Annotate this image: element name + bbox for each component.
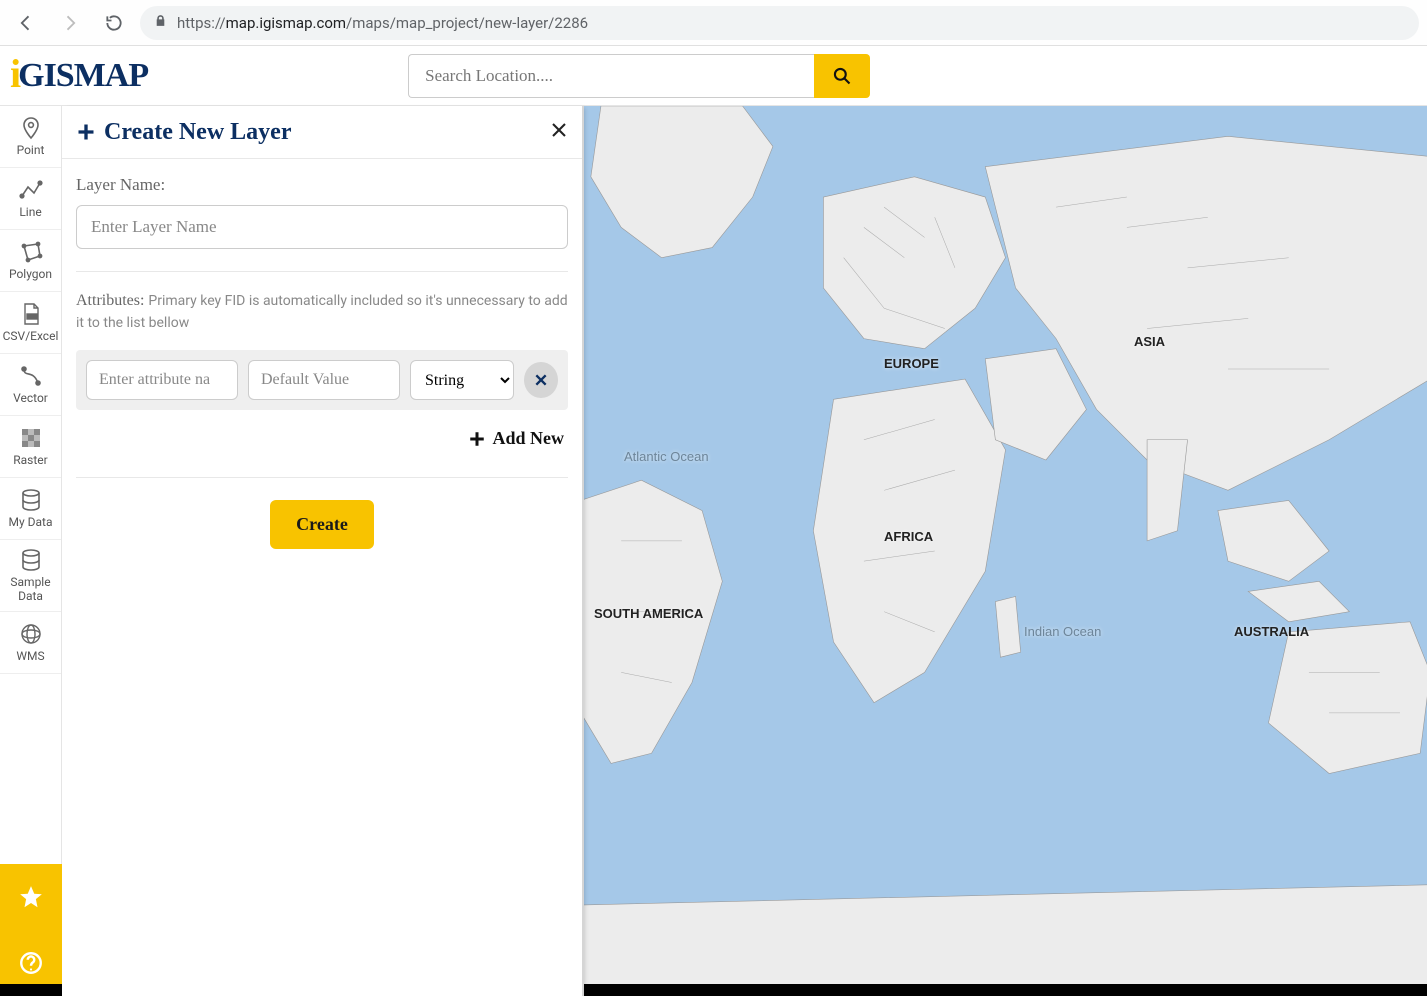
tool-label: SampleData [10, 576, 50, 602]
tool-label: CSV/Excel [3, 330, 59, 343]
url-text: https://map.igismap.com/maps/map_project… [177, 14, 588, 32]
attributes-label: Attributes: [76, 292, 144, 309]
nav-back-button[interactable] [8, 5, 44, 41]
tool-point[interactable]: Point [0, 106, 61, 168]
favorites-button[interactable] [0, 864, 62, 930]
csv-icon [19, 302, 43, 326]
map-label-asia: ASIA [1134, 334, 1165, 349]
nav-forward-button[interactable] [52, 5, 88, 41]
add-new-button[interactable]: Add New [468, 428, 564, 449]
panel-title: Create New Layer [76, 119, 291, 146]
search-button[interactable] [814, 54, 870, 98]
tool-vector[interactable]: Vector [0, 354, 61, 416]
close-button[interactable] [550, 120, 568, 145]
app-logo[interactable]: iGISMAP [10, 52, 148, 99]
help-icon [18, 950, 44, 976]
layer-name-input[interactable] [76, 205, 568, 249]
tool-label: Point [17, 144, 45, 157]
tool-raster[interactable]: Raster [0, 416, 61, 478]
map-label-south-america: SOUTH AMERICA [594, 606, 703, 621]
plus-icon [76, 122, 96, 142]
search-input[interactable] [408, 54, 814, 98]
map-label-atlantic: Atlantic Ocean [624, 449, 709, 464]
line-icon [19, 178, 43, 202]
database-icon [19, 488, 43, 512]
tool-wms[interactable]: WMS [0, 612, 61, 674]
search-wrap [408, 54, 870, 98]
tool-line[interactable]: Line [0, 168, 61, 230]
search-icon [832, 66, 852, 86]
attributes-hint: Primary key FID is automatically include… [76, 293, 568, 331]
create-button[interactable]: Create [270, 500, 374, 549]
tool-label: Vector [13, 392, 48, 405]
lock-icon [154, 14, 167, 31]
tool-sample-data[interactable]: SampleData [0, 540, 61, 612]
globe-icon [19, 622, 43, 646]
polygon-icon [19, 240, 43, 264]
browser-chrome: https://map.igismap.com/maps/map_project… [0, 0, 1427, 46]
close-icon [534, 373, 548, 387]
attribute-default-input[interactable] [248, 360, 400, 400]
tool-polygon[interactable]: Polygon [0, 230, 61, 292]
left-toolbar: Point Line Polygon CSV/Excel Vector Rast… [0, 106, 62, 996]
tool-label: WMS [16, 650, 44, 663]
tool-label: My Data [9, 516, 53, 529]
attribute-name-input[interactable] [86, 360, 238, 400]
raster-icon [19, 426, 43, 450]
remove-attribute-button[interactable] [524, 362, 558, 398]
tool-label: Polygon [9, 268, 52, 281]
database-icon [19, 548, 43, 572]
plus-icon [468, 430, 486, 448]
tool-my-data[interactable]: My Data [0, 478, 61, 540]
url-bar[interactable]: https://map.igismap.com/maps/map_project… [140, 6, 1419, 40]
layer-name-label: Layer Name: [76, 175, 568, 195]
vector-icon [19, 364, 43, 388]
map-canvas[interactable]: EUROPE ASIA AFRICA SOUTH AMERICA AUSTRAL… [584, 106, 1427, 996]
tool-label: Line [19, 206, 41, 219]
logo-i-icon: i [10, 50, 20, 97]
point-icon [19, 116, 43, 140]
map-label-indian: Indian Ocean [1024, 624, 1101, 639]
map-label-europe: EUROPE [884, 356, 939, 371]
tool-label: Raster [13, 454, 47, 467]
star-icon [18, 884, 44, 910]
app-header: iGISMAP [0, 46, 1427, 106]
create-layer-panel: Create New Layer Layer Name: Attributes:… [62, 106, 584, 996]
map-label-australia: AUSTRALIA [1234, 624, 1309, 639]
tool-csv-excel[interactable]: CSV/Excel [0, 292, 61, 354]
attribute-row: String [76, 350, 568, 410]
nav-reload-button[interactable] [96, 5, 132, 41]
close-icon [550, 121, 568, 139]
map-label-africa: AFRICA [884, 529, 933, 544]
attribute-type-select[interactable]: String [410, 360, 514, 400]
